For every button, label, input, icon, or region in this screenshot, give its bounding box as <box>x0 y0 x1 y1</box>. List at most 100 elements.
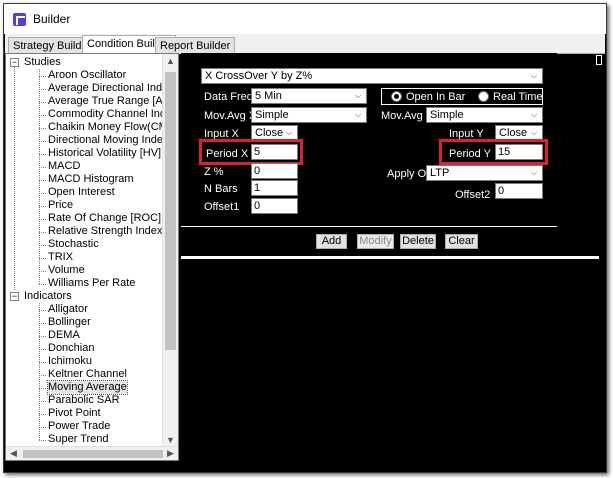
tree-item[interactable]: MACD <box>48 160 80 173</box>
tree-connector <box>14 67 15 290</box>
tree-item[interactable]: Pivot Point <box>48 407 101 420</box>
open-in-bar-radio[interactable] <box>391 91 402 102</box>
input-y-value: Close <box>499 127 528 139</box>
tree-item[interactable]: Power Trade <box>48 420 110 433</box>
mov-avg-x-select[interactable]: Simple ⌵ <box>251 107 367 123</box>
apply-on-select[interactable]: LTP ⌵ <box>426 165 543 181</box>
tree-connector <box>39 414 46 415</box>
tree-connector <box>39 271 46 272</box>
data-freq-select[interactable]: 5 Min ⌵ <box>251 88 367 104</box>
scroll-thumb-horizontal[interactable] <box>23 450 163 458</box>
tree-connector <box>39 440 46 441</box>
tree-connector <box>39 323 46 324</box>
tree-connector <box>39 206 46 207</box>
app-icon <box>13 13 26 26</box>
offset2-label: Offset2 <box>455 189 491 201</box>
tree-item[interactable]: Rate Of Change [ROC] <box>48 212 161 225</box>
scroll-thumb[interactable] <box>165 72 176 350</box>
tree-connector <box>39 427 46 428</box>
tree-panel: − Studies Aroon Oscillator Average Directio… <box>5 53 179 461</box>
tree-item[interactable]: Alligator <box>48 303 88 316</box>
chevron-down-icon: ⌵ <box>530 168 538 177</box>
tree-item[interactable]: Super Trend <box>48 433 109 446</box>
offset2-input[interactable]: 0 <box>495 183 543 199</box>
tree-group-1[interactable]: Indicators <box>24 290 72 303</box>
tree-item[interactable]: Volume <box>48 264 85 277</box>
condition-select[interactable]: X CrossOver Y by Z% ⌵ <box>201 68 543 84</box>
tab-report-builder[interactable]: Report Builder <box>155 37 236 54</box>
tree-connector <box>39 362 46 363</box>
tree-connector <box>39 284 46 285</box>
tree-item[interactable]: Relative Strength Index [RSI] <box>48 225 178 238</box>
tree-item[interactable]: Donchian <box>48 342 94 355</box>
clear-button[interactable]: Clear <box>445 234 478 249</box>
tree-item[interactable]: TRIX <box>48 251 73 264</box>
tree-connector <box>39 180 46 181</box>
scroll-left-icon[interactable]: ◀ <box>6 447 21 460</box>
tree-group-0[interactable]: Studies <box>24 56 61 69</box>
data-freq-value: 5 Min <box>255 90 282 102</box>
tree-item[interactable]: Aroon Oscillator <box>48 69 126 82</box>
tree-connector <box>39 154 46 155</box>
tree-item[interactable]: Ichimoku <box>48 355 92 368</box>
apply-on-value: LTP <box>430 167 450 179</box>
tree-horizontal-scrollbar[interactable]: ◀ ▶ <box>6 446 178 460</box>
tab-bar: Strategy Builder Condition Builder Repor… <box>5 34 605 55</box>
scroll-up-icon[interactable]: ▲ <box>163 54 178 69</box>
tree-connector <box>39 167 46 168</box>
chevron-down-icon: ⌵ <box>285 128 293 137</box>
tree-item[interactable]: Open Interest <box>48 186 115 199</box>
tree-item[interactable]: Average True Range [ATR] <box>48 95 178 108</box>
chevron-down-icon: ⌵ <box>530 71 538 80</box>
tree-connector <box>39 89 46 90</box>
modify-button[interactable]: Modify <box>357 234 394 249</box>
delete-button[interactable]: Delete <box>400 234 436 249</box>
offset1-input[interactable]: 0 <box>251 198 298 214</box>
collapse-icon[interactable]: − <box>10 292 19 301</box>
collapse-icon[interactable]: − <box>10 58 19 67</box>
real-time-radio[interactable] <box>478 91 489 102</box>
input-x-value: Close <box>255 127 284 139</box>
tree-item[interactable]: Stochastic <box>48 238 99 251</box>
tree-connector <box>39 336 46 337</box>
title-bar: Builder <box>4 4 606 34</box>
tree-connector <box>39 375 46 376</box>
trigger-mode-group: Open In Bar Real Time <box>381 88 543 105</box>
tree-item[interactable]: Parabolic SAR <box>48 394 120 407</box>
tree-item[interactable]: Price <box>48 199 73 212</box>
chevron-down-icon: ⌵ <box>530 110 538 119</box>
add-button[interactable]: Add <box>316 234 347 249</box>
tree-item[interactable]: Keltner Channel <box>48 368 127 381</box>
z-percent-input[interactable]: 0 <box>251 163 298 179</box>
tree-connector <box>39 115 46 116</box>
tree-connector <box>39 245 46 246</box>
data-freq-label: Data Freq <box>204 91 253 103</box>
chevron-down-icon: ⌵ <box>354 110 362 119</box>
tree-item[interactable]: Williams Per Rate <box>48 277 135 290</box>
tree-connector <box>39 232 46 233</box>
tree-item[interactable]: Moving Average <box>47 380 128 395</box>
n-bars-input[interactable]: 1 <box>251 180 298 196</box>
tree-connector <box>39 258 46 259</box>
n-bars-label: N Bars <box>204 183 238 195</box>
tree-item[interactable]: Directional Moving Index [DMI <box>48 134 178 147</box>
tree-connector <box>39 349 46 350</box>
scroll-right-icon[interactable]: ▶ <box>163 447 178 460</box>
tree-item[interactable]: Average Directional Index [AD <box>48 82 178 95</box>
tree-item[interactable]: DEMA <box>48 329 80 342</box>
tree-connector <box>39 303 40 440</box>
tree-item[interactable]: Historical Volatility [HV] <box>48 147 161 160</box>
tree-item[interactable]: Chaikin Money Flow(CMF) <box>48 121 178 134</box>
tree-connector <box>39 193 46 194</box>
conditions-output-panel[interactable] <box>181 259 599 466</box>
period-x-highlight <box>199 139 303 165</box>
tree-item[interactable]: Bollinger <box>48 316 91 329</box>
condition-value: X CrossOver Y by Z% <box>205 70 313 82</box>
tree-item[interactable]: Commodity Channel Index [CC <box>48 108 178 121</box>
tree-item[interactable]: MACD Histogram <box>48 173 134 186</box>
pin-icon[interactable] <box>596 55 602 65</box>
mov-avg-y-select[interactable]: Simple ⌵ <box>426 107 543 123</box>
mov-avg-y-value: Simple <box>430 109 464 121</box>
window-title: Builder <box>33 12 71 26</box>
tree-vertical-scrollbar[interactable]: ▲ ▼ <box>162 54 178 448</box>
